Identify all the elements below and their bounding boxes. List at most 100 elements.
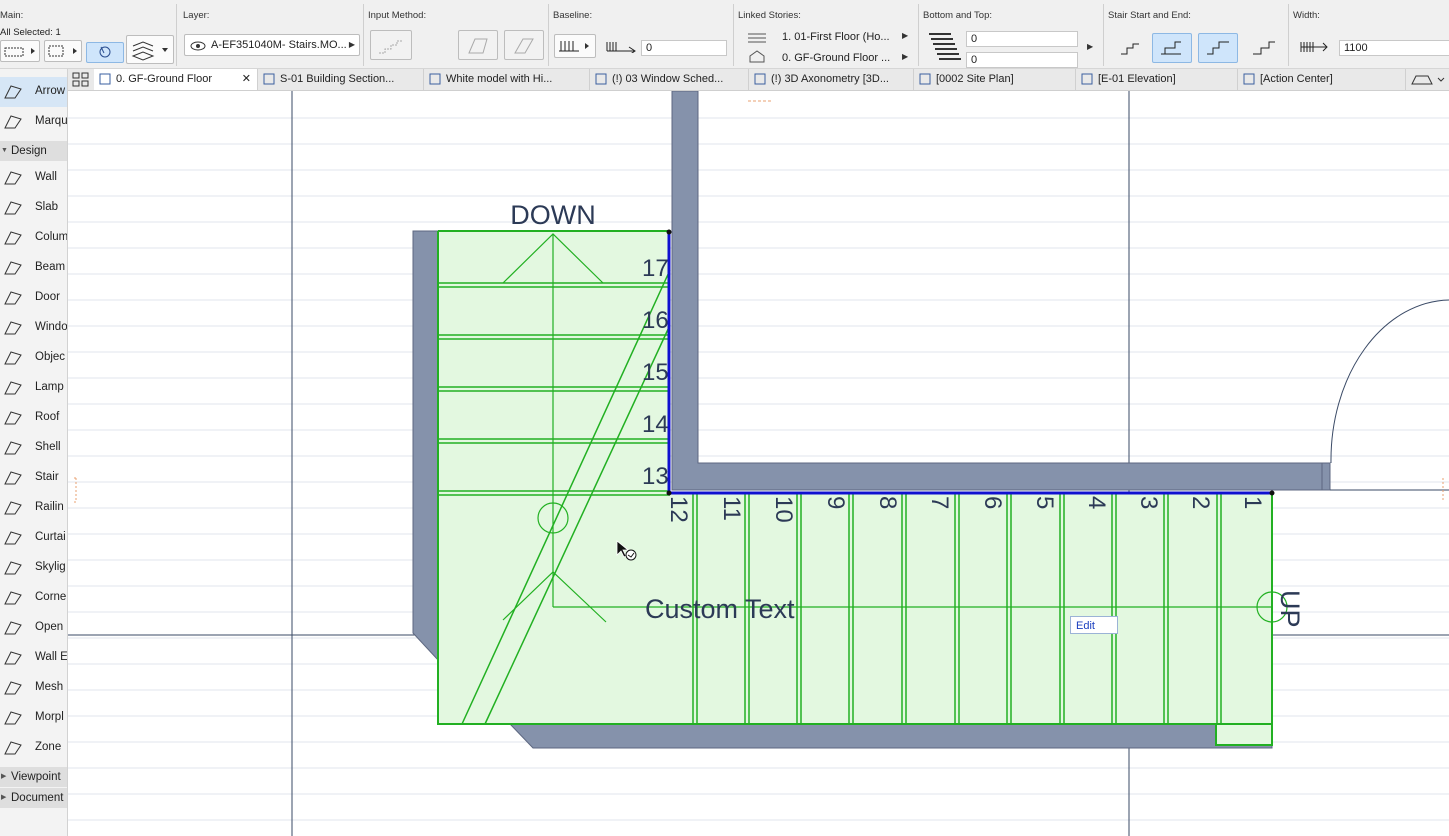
tab-1[interactable]: 0. GF-Ground Floor ✕ <box>94 69 258 90</box>
stair-lower-flight-fill <box>438 493 1272 745</box>
tool-marquee[interactable]: Marqu <box>0 107 67 137</box>
tool-wall[interactable]: Wall <box>0 163 67 193</box>
tab-label: (!) 03 Window Sched... <box>612 73 724 85</box>
step-number: 8 <box>874 496 901 509</box>
tool-label: Lamp <box>35 381 64 393</box>
design-group-header[interactable]: ▼ Design <box>0 141 67 161</box>
tool-beam[interactable]: Beam <box>0 253 67 283</box>
floor-plan-icon <box>99 73 111 85</box>
tool-window[interactable]: Windo <box>0 313 67 343</box>
tool-column[interactable]: Colum <box>0 223 67 253</box>
tool-object[interactable]: Objec <box>0 343 67 373</box>
input-method-option-1[interactable] <box>458 30 498 60</box>
stair-polyline-icon <box>379 40 403 54</box>
object-tool-icon <box>4 351 22 365</box>
selection-hotspot[interactable] <box>1269 490 1275 496</box>
section-icon <box>263 73 275 85</box>
tool-morph[interactable]: Morpl <box>0 703 67 733</box>
edit-tag[interactable]: Edit <box>1070 616 1118 634</box>
floor-plan-drawing[interactable]: 1234567891011121314151617 DOWN Custom Te… <box>68 91 1449 836</box>
step-number: 13 <box>642 463 669 490</box>
viewpoint-group-header[interactable]: ▶ Viewpoint <box>0 767 67 787</box>
top-linked-story[interactable]: 1. 01-First Floor (Ho... <box>782 31 890 43</box>
tab-overflow-button[interactable] <box>1406 69 1449 90</box>
tool-zone[interactable]: Zone <box>0 733 67 763</box>
input-method-option-2[interactable] <box>504 30 544 60</box>
baseline-title: Baseline: <box>553 10 593 21</box>
tool-stair[interactable]: Stair <box>0 463 67 493</box>
layer-dropdown[interactable]: A-EF351040M- Stairs.MO... ▶ <box>184 34 360 56</box>
baseline-button[interactable] <box>554 34 596 58</box>
tool-curtain-wall[interactable]: Curtai <box>0 523 67 553</box>
tool-arrow[interactable]: Arrow <box>0 77 67 107</box>
step-number: 15 <box>642 359 669 386</box>
tab-4[interactable]: (!) 03 Window Sched... <box>590 69 749 90</box>
tool-label: Door <box>35 291 60 303</box>
wall-end[interactable] <box>1321 462 1331 491</box>
tool-label: Slab <box>35 201 59 213</box>
step-number: 11 <box>718 496 745 521</box>
bottom-top-title: Bottom and Top: <box>923 10 993 21</box>
tool-corner-window[interactable]: Corne <box>0 583 67 613</box>
tab-6[interactable]: [0002 Site Plan] <box>914 69 1076 90</box>
tool-lamp[interactable]: Lamp <box>0 373 67 403</box>
tool-label: Wall <box>35 171 57 183</box>
close-icon[interactable]: ✕ <box>242 69 251 90</box>
tool-mesh[interactable]: Mesh <box>0 673 67 703</box>
marquee-select-button[interactable] <box>44 40 82 62</box>
bottom-story-chevron-icon[interactable]: ▶ <box>902 52 908 61</box>
stair-end-option-2[interactable] <box>1244 33 1280 63</box>
chevron-right-icon: ▶ <box>348 40 355 49</box>
document-group-header[interactable]: ▶ Document <box>0 788 67 808</box>
window-tool-icon <box>4 321 22 335</box>
tab-overview-button[interactable] <box>68 69 95 90</box>
floor-plan-canvas[interactable]: 1 2 3 4 5 6 7 8 9 10 11 12 13 14 15 16 17 DOWN Custom Te… <box>68 91 1449 836</box>
tool-slab[interactable]: Slab <box>0 193 67 223</box>
width-field[interactable]: 1100 <box>1339 40 1449 56</box>
expand-icon: ▶ <box>1 794 7 801</box>
tab-3[interactable]: White model with Hi... <box>424 69 590 90</box>
selected-boundary-edge[interactable] <box>667 232 1272 495</box>
stair-end-option-1[interactable] <box>1198 33 1238 63</box>
magic-wand-button[interactable] <box>86 42 124 63</box>
tool-railing[interactable]: Railin <box>0 493 67 523</box>
stair-settings-button[interactable] <box>126 35 174 64</box>
selection-hotspot[interactable] <box>666 490 672 496</box>
stair-start-option-1[interactable] <box>1112 33 1148 63</box>
top-offset-field[interactable]: 0 <box>966 31 1078 47</box>
tool-label: Colum <box>35 231 68 243</box>
step-number: 6 <box>979 496 1006 509</box>
tab-7[interactable]: [E-01 Elevation] <box>1076 69 1238 90</box>
top-story-chevron-icon[interactable]: ▶ <box>902 31 908 40</box>
tool-wall-end[interactable]: Wall E <box>0 643 67 673</box>
action-center-icon <box>1243 73 1255 85</box>
tab-2[interactable]: S-01 Building Section... <box>258 69 424 90</box>
bottom-offset-field[interactable]: 0 <box>966 52 1078 68</box>
bottom-top-chevron-icon[interactable]: ▶ <box>1087 42 1093 51</box>
tab-8[interactable]: [Action Center] <box>1238 69 1406 90</box>
width-title: Width: <box>1293 10 1320 21</box>
step-number: 4 <box>1083 496 1110 509</box>
element-type-button[interactable] <box>0 40 40 62</box>
tool-roof[interactable]: Roof <box>0 403 67 433</box>
tool-skylight[interactable]: Skylig <box>0 553 67 583</box>
baseline-offset-field[interactable]: 0 <box>641 40 727 56</box>
wall-end-tool-icon <box>4 651 22 665</box>
tool-door[interactable]: Door <box>0 283 67 313</box>
marquee-tool-icon <box>4 115 22 129</box>
tool-label: Open <box>35 621 64 633</box>
tool-shell[interactable]: Shell <box>0 433 67 463</box>
lamp-tool-icon <box>4 381 22 395</box>
tab-5[interactable]: (!) 3D Axonometry [3D... <box>749 69 914 90</box>
tool-opening[interactable]: Open <box>0 613 67 643</box>
tool-label: Shell <box>35 441 61 453</box>
input-method-button[interactable] <box>370 30 412 60</box>
tool-label: Skylig <box>35 561 66 573</box>
stair-start-option-2[interactable] <box>1152 33 1192 63</box>
wall-left[interactable] <box>412 230 439 662</box>
wall-bottom[interactable] <box>508 723 1273 749</box>
bottom-top-section: Bottom and Top: 0 0 ▶ <box>919 4 1104 68</box>
bottom-linked-story[interactable]: 0. GF-Ground Floor ... <box>782 52 890 64</box>
selection-hotspot[interactable] <box>666 229 672 235</box>
tool-label: Roof <box>35 411 60 423</box>
